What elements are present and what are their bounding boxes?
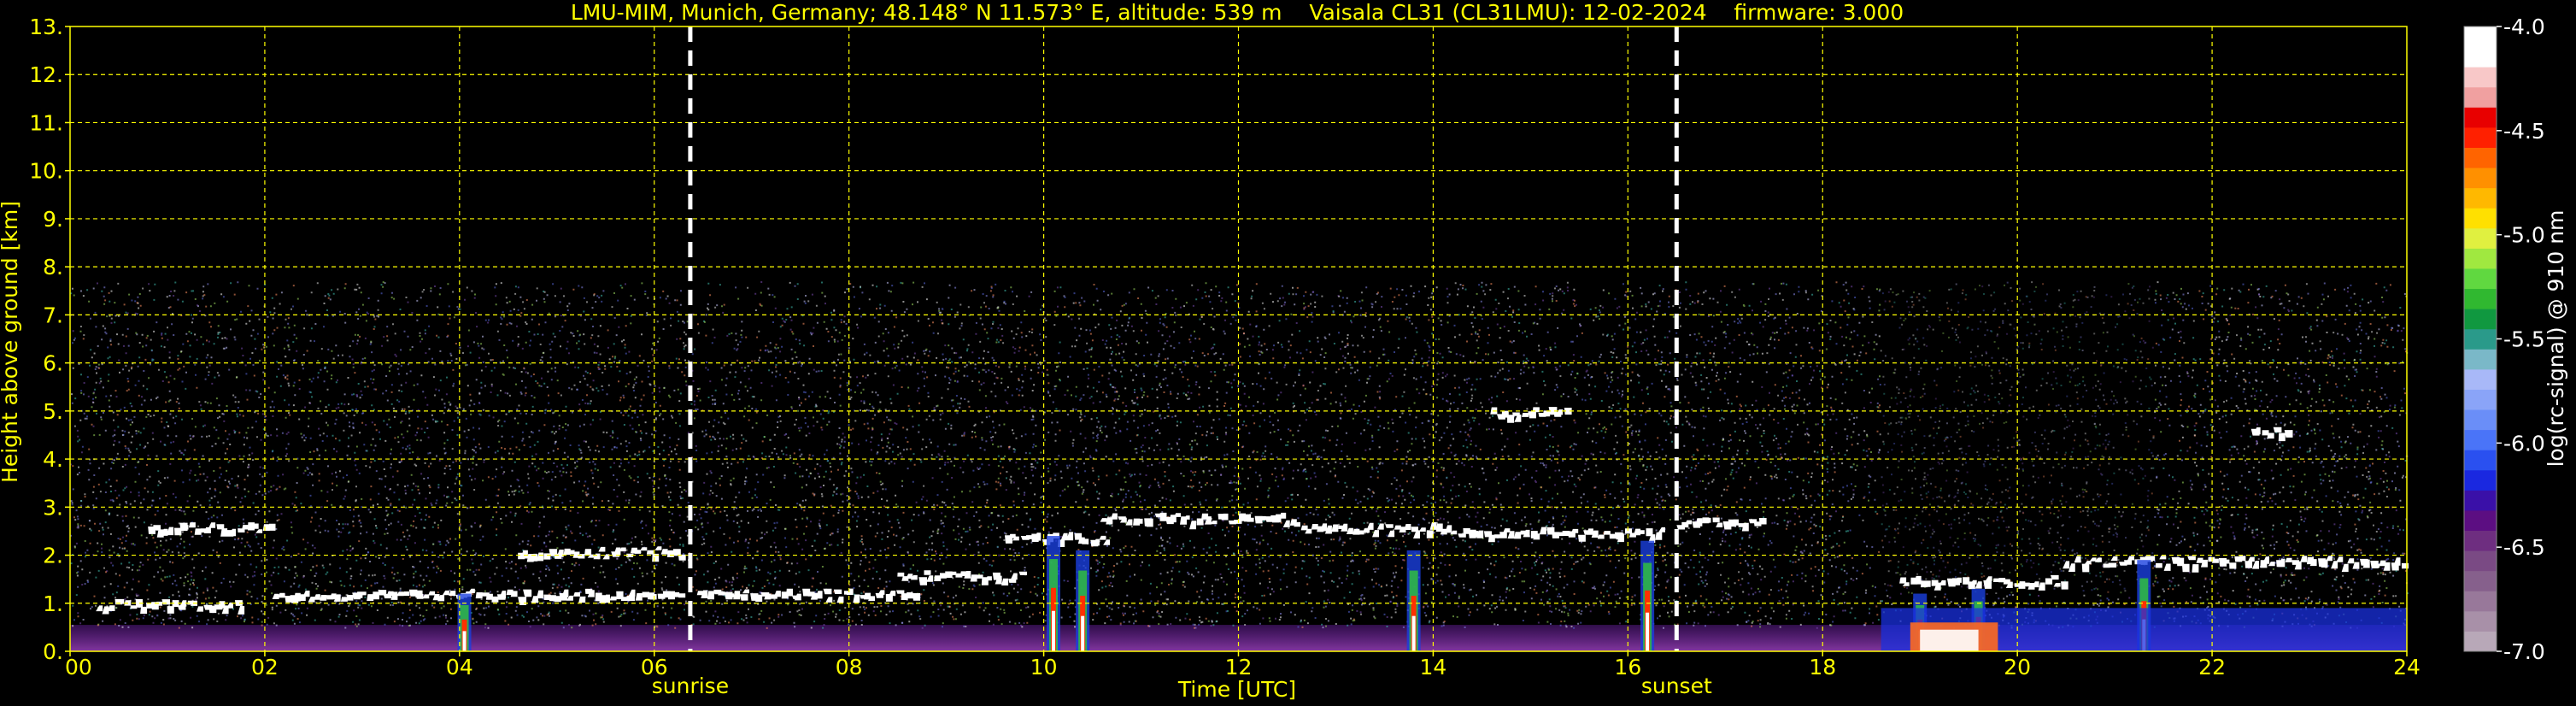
y-tick-label: 8. bbox=[43, 255, 63, 279]
y-tick-label: 9. bbox=[43, 207, 63, 232]
colorbar-tick-label: -7.0 bbox=[2503, 639, 2545, 664]
x-tick-label: 06 bbox=[641, 655, 668, 680]
y-tick-label: 7. bbox=[43, 303, 63, 327]
colorbar-swatch bbox=[2464, 530, 2497, 551]
y-tick-label: 13. bbox=[29, 15, 63, 39]
colorbar-swatches bbox=[2464, 26, 2497, 652]
colorbar-swatch bbox=[2464, 107, 2497, 128]
colorbar-swatch bbox=[2464, 309, 2497, 330]
colorbar-swatch bbox=[2464, 450, 2497, 471]
x-tick-label: 04 bbox=[446, 655, 473, 680]
colorbar-swatch bbox=[2464, 208, 2497, 229]
colorbar-swatch bbox=[2464, 490, 2497, 511]
precip-plume bbox=[1640, 540, 1655, 651]
colorbar-swatch bbox=[2464, 328, 2497, 350]
colorbar-swatch bbox=[2464, 509, 2497, 532]
plot-area bbox=[69, 26, 2409, 652]
colorbar-tick-label: -5.5 bbox=[2503, 327, 2545, 352]
colorbar-swatch bbox=[2464, 67, 2497, 88]
colorbar-swatch bbox=[2464, 26, 2497, 48]
x-tick-label: 24 bbox=[2393, 655, 2421, 680]
x-tick-label: 14 bbox=[1420, 655, 1447, 680]
event-label: sunset bbox=[1641, 674, 1712, 698]
y-tick-label: 5. bbox=[43, 399, 63, 424]
colorbar-swatch bbox=[2464, 429, 2497, 450]
colorbar-swatch bbox=[2464, 409, 2497, 431]
colorbar-tick-label: -4.5 bbox=[2503, 119, 2545, 144]
colorbar-swatch bbox=[2464, 46, 2497, 68]
y-tick-label: 12. bbox=[29, 62, 63, 87]
colorbar-swatch bbox=[2464, 591, 2497, 612]
y-tick-label: 1. bbox=[43, 591, 63, 616]
colorbar-swatch bbox=[2464, 147, 2497, 168]
x-axis-label: Time [UTC] bbox=[1177, 677, 1296, 702]
colorbar-swatch bbox=[2464, 368, 2497, 390]
x-tick-label: 08 bbox=[836, 655, 863, 680]
x-tick-label: 10 bbox=[1030, 655, 1058, 680]
colorbar-swatch bbox=[2464, 469, 2497, 491]
colorbar-swatch bbox=[2464, 550, 2497, 572]
colorbar-swatch bbox=[2464, 187, 2497, 209]
colorbar-tick-label: -4.0 bbox=[2503, 15, 2545, 39]
precip-plume bbox=[1076, 550, 1090, 651]
colorbar-swatch bbox=[2464, 631, 2497, 652]
colorbar-swatch bbox=[2464, 570, 2497, 591]
y-tick-label: 2. bbox=[43, 544, 63, 568]
colorbar-swatch bbox=[2464, 288, 2497, 309]
colorbar-swatch bbox=[2464, 227, 2497, 249]
x-tick-label: 02 bbox=[251, 655, 279, 680]
y-tick-label: 3. bbox=[43, 495, 63, 520]
colorbar-swatch bbox=[2464, 610, 2497, 632]
colorbar-tick-label: -6.5 bbox=[2503, 535, 2545, 560]
colorbar-swatch bbox=[2464, 389, 2497, 410]
ceilometer-figure: LMU-MIM, Munich, Germany; 48.148° N 11.5… bbox=[0, 0, 2576, 706]
colorbar-swatch bbox=[2464, 268, 2497, 290]
colorbar-swatch bbox=[2464, 126, 2497, 148]
x-tick-label: 12 bbox=[1225, 655, 1253, 680]
chart-title: LMU-MIM, Munich, Germany; 48.148° N 11.5… bbox=[571, 0, 1904, 25]
x-tick-label: 18 bbox=[1809, 655, 1836, 680]
x-tick-label: 00 bbox=[65, 655, 92, 680]
y-tick-label: 11. bbox=[29, 110, 63, 135]
colorbar-swatch bbox=[2464, 168, 2497, 189]
colorbar-tick-label: -5.0 bbox=[2503, 223, 2545, 248]
colorbar-swatch bbox=[2464, 86, 2497, 108]
x-tick-label: 16 bbox=[1614, 655, 1641, 680]
low-level-precip bbox=[1881, 608, 2407, 651]
colorbar-label: log(rc-signal) @ 910 nm bbox=[2544, 210, 2568, 468]
colorbar-swatch bbox=[2464, 349, 2497, 370]
y-tick-label: 4. bbox=[43, 447, 63, 472]
colorbar-tick-label: -6.0 bbox=[2503, 431, 2545, 456]
y-tick-label: 6. bbox=[43, 351, 63, 376]
y-tick-label: 10. bbox=[29, 159, 63, 184]
y-axis-label: Height above ground [km] bbox=[0, 201, 22, 483]
precip-plume bbox=[1046, 536, 1060, 651]
precip-plume bbox=[1406, 550, 1421, 651]
x-tick-label: 22 bbox=[2198, 655, 2226, 680]
x-tick-label: 20 bbox=[2004, 655, 2031, 680]
colorbar-swatch bbox=[2464, 248, 2497, 269]
y-tick-label: 0. bbox=[43, 639, 63, 664]
